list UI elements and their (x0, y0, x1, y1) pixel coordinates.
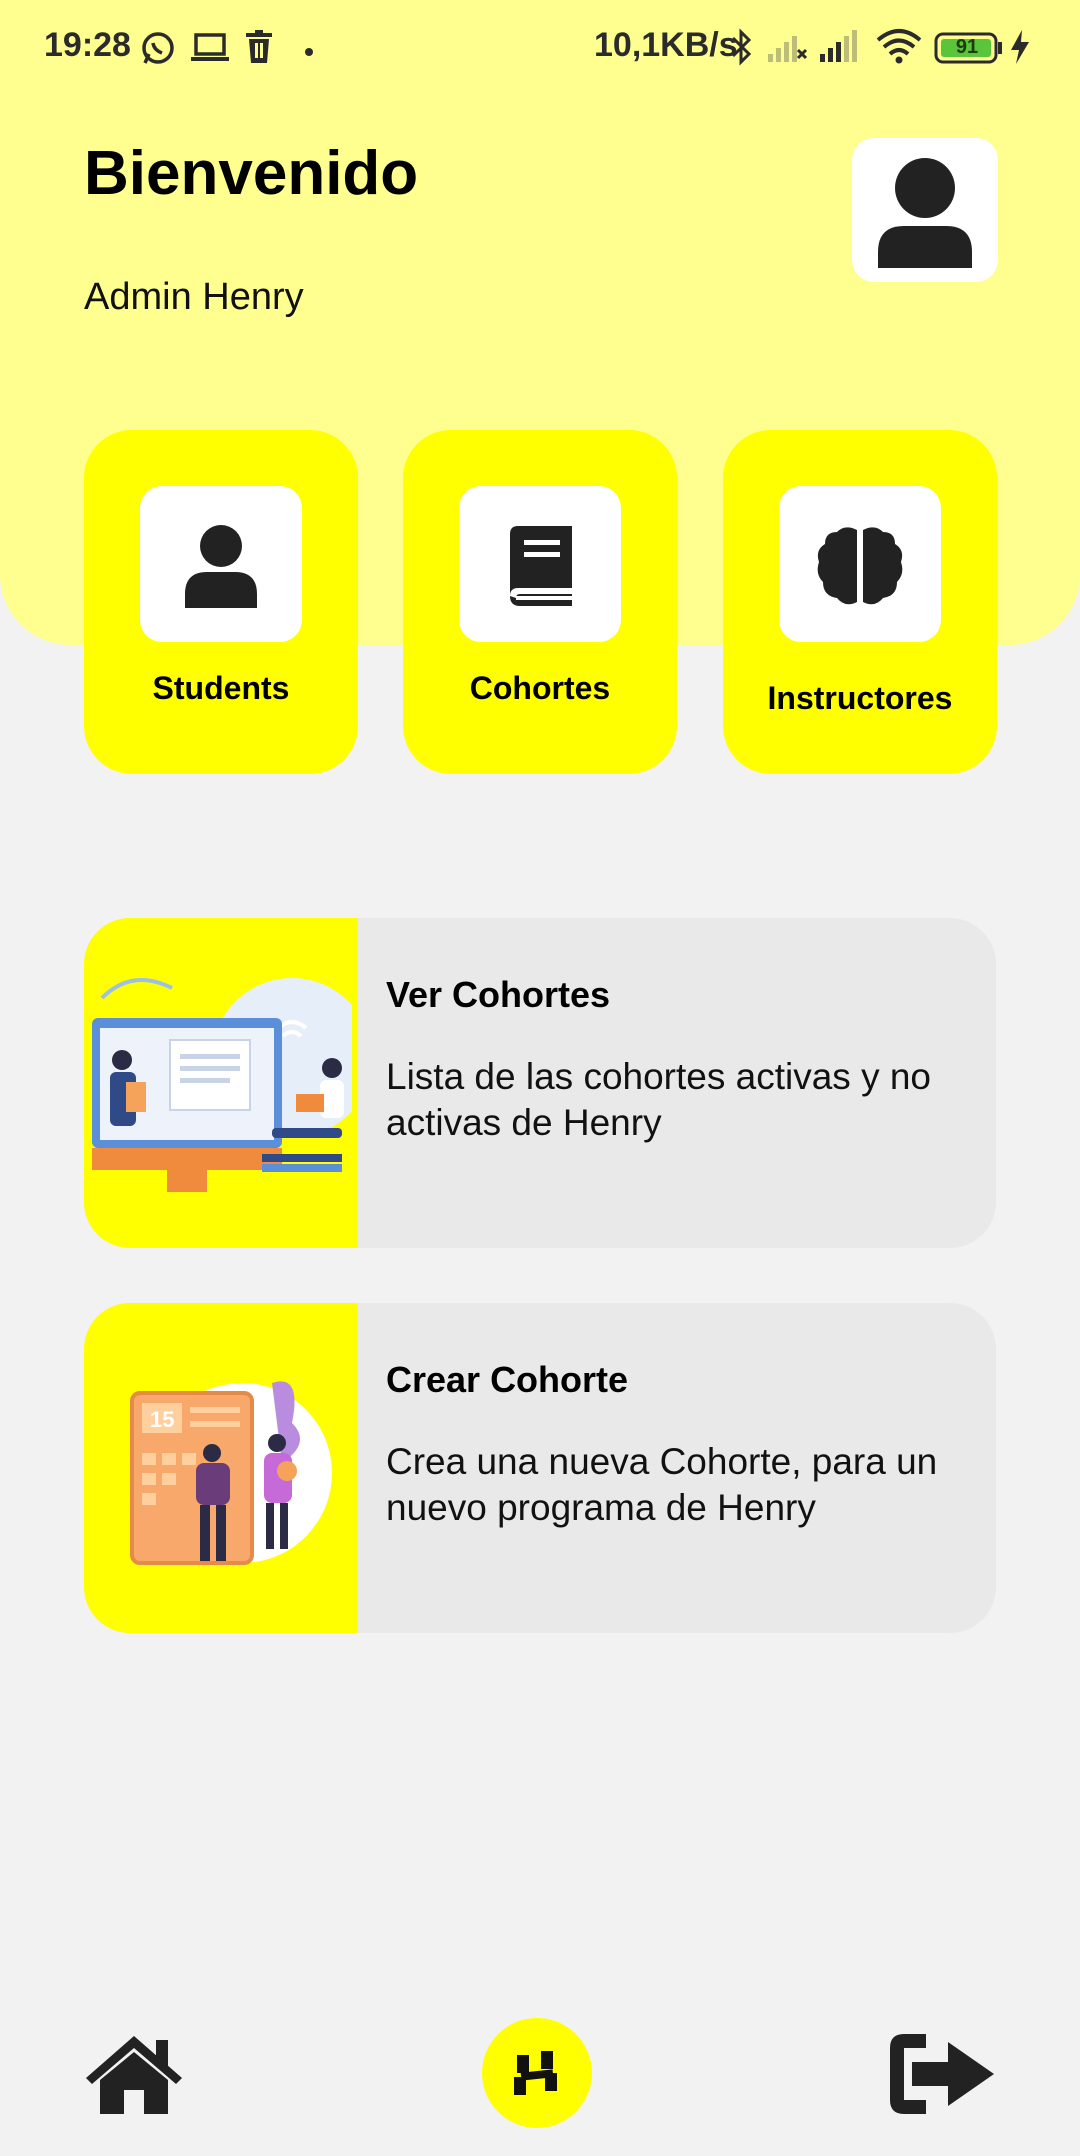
ver-cohortes-card[interactable]: Ver Cohortes Lista de las cohortes activ… (84, 918, 996, 1248)
students-label: Students (152, 670, 290, 706)
home-button[interactable] (84, 2034, 184, 2121)
students-button[interactable]: Students (84, 430, 358, 774)
dot-icon (305, 43, 313, 61)
signal-x-icon (766, 30, 808, 69)
students-icon-box (140, 486, 302, 642)
henry-logo-icon (514, 2051, 557, 2095)
crear-cohorte-description: Crea una nueva Cohorte, para un nuevo pr… (386, 1441, 938, 1528)
laptop-icon (190, 32, 230, 69)
calendar-number: 15 (150, 1407, 174, 1432)
bottom-nav (0, 2000, 1080, 2156)
battery-level: 91 (955, 36, 979, 58)
whatsapp-icon (140, 30, 176, 71)
wifi-icon (876, 28, 922, 69)
profile-button[interactable] (852, 138, 998, 282)
user-icon (878, 158, 972, 268)
crear-cohorte-title: Crear Cohorte (386, 1359, 629, 1400)
status-bar: 19:28 10,1KB/s 91 (0, 0, 1080, 96)
home-icon (86, 2036, 182, 2114)
online-class-illustration (84, 918, 358, 1248)
user-name: Admin Henry (84, 276, 304, 318)
book-icon (510, 526, 572, 606)
ver-cohortes-description: Lista de las cohortes activas y no activ… (386, 1056, 932, 1143)
cohortes-icon-box (459, 486, 621, 642)
instructores-icon-box (779, 486, 941, 642)
signal-icon (818, 30, 860, 69)
instructores-label: Instructores (767, 680, 953, 716)
charging-icon (1010, 30, 1030, 69)
logout-icon (890, 2034, 994, 2114)
network-speed: 10,1KB/s (594, 26, 738, 64)
calendar-meeting-illustration: 15 (84, 1303, 358, 1633)
cohortes-button[interactable]: Cohortes (403, 430, 677, 774)
user-icon (185, 525, 257, 608)
instructores-button[interactable]: Instructores (723, 430, 997, 774)
cohortes-label: Cohortes (469, 670, 611, 706)
ver-cohortes-title: Ver Cohortes (386, 974, 611, 1015)
bluetooth-icon (730, 28, 754, 71)
trash-icon (244, 30, 274, 69)
brain-icon (817, 527, 903, 605)
status-time: 19:28 (44, 26, 131, 64)
page-title: Bienvenido (84, 139, 419, 208)
logout-button[interactable] (886, 2030, 998, 2123)
crear-cohorte-card[interactable]: 15 Crear Cohorte Crea una nueva Cohorte,… (84, 1303, 996, 1633)
henry-home-button[interactable] (482, 2018, 592, 2128)
